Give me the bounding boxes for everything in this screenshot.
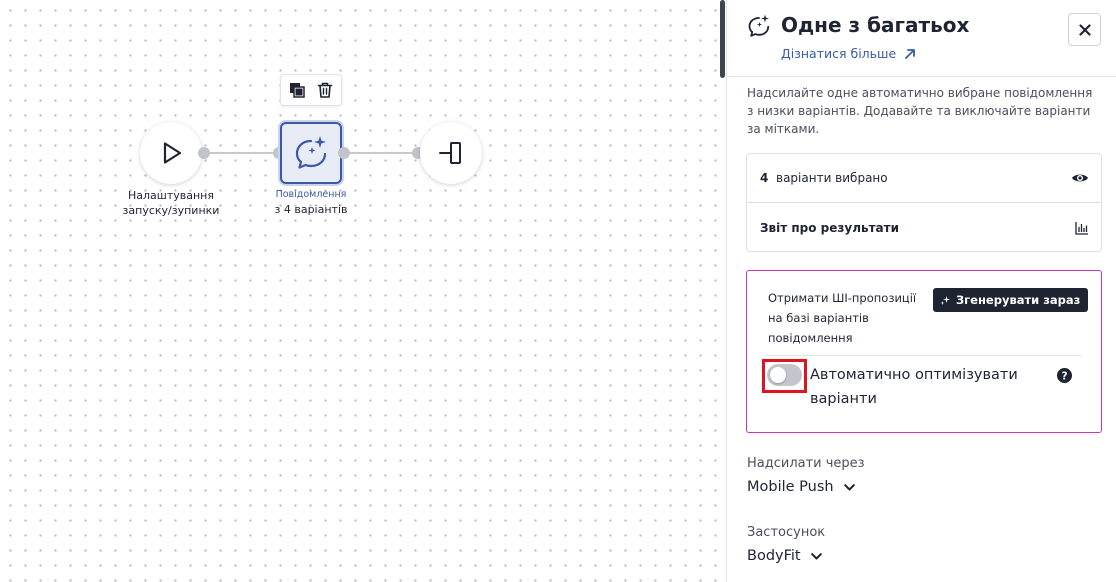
panel-description: Надсилайте одне автоматично вибране пові…	[747, 86, 1093, 136]
help-icon[interactable]: ?	[1057, 368, 1072, 383]
ai-suggestions-box: Отримати ШІ-пропозиції на базі варіантів…	[746, 270, 1102, 433]
panel-title: Одне з багатьох	[781, 13, 970, 37]
svg-text:?: ?	[1061, 370, 1067, 382]
header-divider	[727, 76, 1116, 77]
workflow-canvas[interactable]	[0, 0, 722, 582]
edge-start-to-message	[204, 152, 278, 154]
app-value: BodyFit	[747, 548, 801, 564]
message-node[interactable]	[280, 122, 342, 184]
properties-panel: Одне з багатьох Дізнатися більше Надсила…	[727, 0, 1116, 582]
start-node-label: Налаштування запуску/зупинки	[122, 189, 220, 217]
play-icon	[163, 142, 182, 164]
learn-more-label: Дізнатися більше	[781, 46, 897, 61]
external-arrow-icon	[905, 48, 916, 59]
generate-now-button[interactable]: Згенерувати зараз	[933, 288, 1089, 312]
toggle-knob	[770, 367, 786, 383]
auto-optimize-label: Автоматично оптимізувати варіанти	[810, 367, 1018, 407]
send-via-value: Mobile Push	[747, 479, 834, 495]
report-label: Звіт про результати	[760, 220, 899, 235]
variants-summary: 4 варіанти вибрано	[760, 171, 888, 185]
sparkle-icon	[940, 295, 950, 305]
app-label: Застосунок	[747, 525, 826, 540]
ai-message-icon	[295, 136, 327, 169]
bar-chart-icon[interactable]	[1075, 221, 1089, 235]
node-toolbar	[280, 74, 342, 106]
trash-icon[interactable]	[315, 80, 335, 100]
edge-message-to-end	[344, 152, 418, 154]
start-node[interactable]	[140, 122, 202, 184]
close-button[interactable]	[1068, 13, 1101, 46]
exit-icon	[439, 142, 461, 164]
app-select[interactable]: BodyFit	[747, 548, 822, 564]
close-icon	[1078, 23, 1091, 36]
canvas-scrollbar[interactable]	[720, 0, 725, 78]
end-node[interactable]	[420, 122, 482, 184]
variants-selected-row[interactable]: 4 варіанти вибрано	[747, 154, 1101, 203]
message-node-label: Повідомлення з 4 варіантів	[274, 189, 348, 216]
eye-icon[interactable]	[1071, 172, 1089, 184]
send-via-select[interactable]: Mobile Push	[747, 479, 855, 495]
generate-now-label: Згенерувати зараз	[956, 293, 1081, 307]
ai-box-divider	[766, 355, 1081, 356]
ai-suggestions-text: Отримати ШІ-пропозиції на базі варіантів…	[768, 291, 917, 345]
start-node-output-port[interactable]	[198, 147, 210, 159]
chevron-down-icon	[810, 552, 822, 559]
duplicate-icon[interactable]	[287, 80, 307, 100]
auto-optimize-toggle[interactable]	[767, 364, 802, 386]
message-node-output-port[interactable]	[338, 147, 350, 159]
variants-count: 4	[760, 171, 769, 185]
variants-text: варіанти вибрано	[776, 171, 888, 185]
variants-box: 4 варіанти вибрано Звіт про результати	[746, 153, 1102, 252]
ai-message-icon	[746, 13, 772, 43]
chevron-down-icon	[843, 483, 855, 490]
report-row[interactable]: Звіт про результати	[747, 203, 1101, 252]
send-via-label: Надсилати через	[747, 456, 865, 471]
learn-more-link[interactable]: Дізнатися більше	[781, 46, 916, 61]
